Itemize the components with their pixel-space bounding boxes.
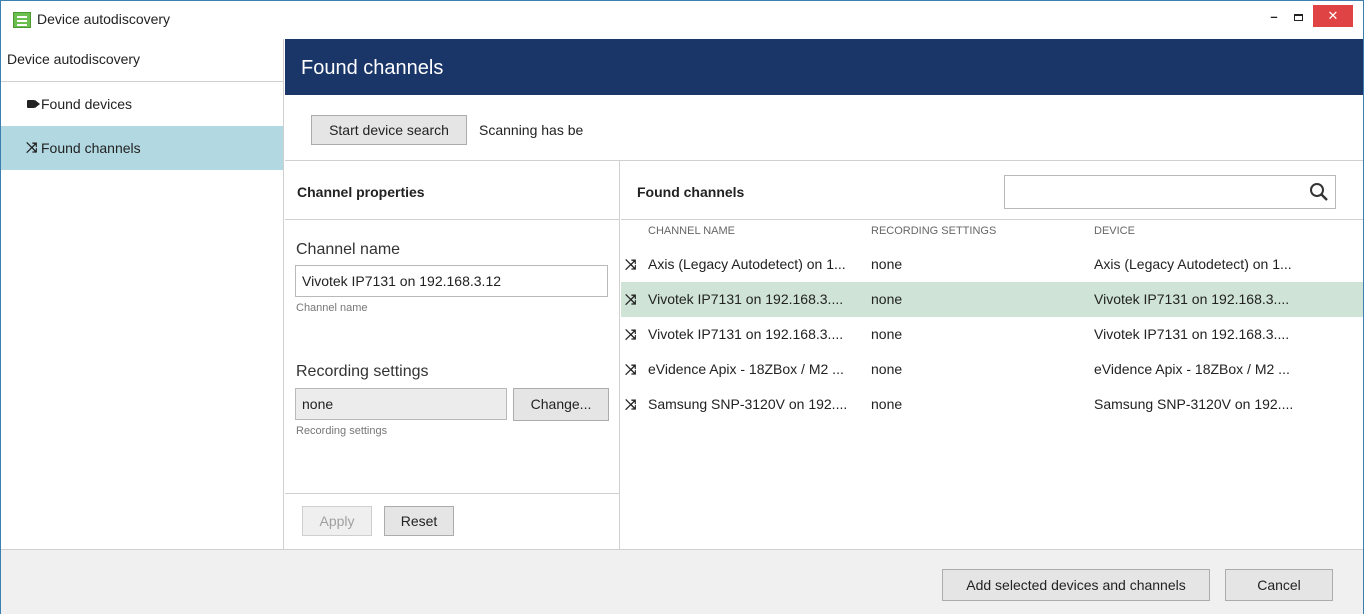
sidebar-item-found-channels[interactable]: ⤨ Found channels — [1, 126, 283, 170]
recording-settings-cell: none — [871, 291, 903, 307]
shuffle-icon: ⤨ — [625, 326, 637, 342]
sidebar-header: Device autodiscovery — [1, 39, 283, 82]
channel-properties-panel: Channel properties Channel name Vivotek … — [285, 161, 620, 549]
reset-button[interactable]: Reset — [384, 506, 454, 536]
divider — [621, 219, 1363, 220]
search-input[interactable] — [1004, 175, 1336, 209]
device-cell: Samsung SNP-3120V on 192.... — [1094, 396, 1294, 412]
channel-properties-title: Channel properties — [297, 184, 425, 200]
divider — [285, 219, 620, 220]
scan-status-text: Scanning has be — [479, 122, 584, 138]
recording-settings-hint: Recording settings — [296, 425, 388, 437]
channel-name-input[interactable]: Vivotek IP7131 on 192.168.3.12 — [295, 265, 608, 297]
table-row[interactable]: ⤨ Vivotek IP7131 on 192.168.3.... none V… — [621, 317, 1363, 352]
cancel-button[interactable]: Cancel — [1225, 569, 1333, 601]
maximize-button[interactable] — [1287, 7, 1309, 29]
footer-bar: Add selected devices and channels Cancel — [1, 549, 1363, 614]
shuffle-icon: ⤨ — [625, 291, 637, 307]
toolbar: Start device search Scanning has be — [285, 95, 1363, 161]
add-selected-devices-button[interactable]: Add selected devices and channels — [942, 569, 1210, 601]
channel-name-cell: eVidence Apix - 18ZBox / M2 ... — [648, 361, 844, 377]
recording-settings-cell: none — [871, 361, 903, 377]
title-bar: Device autodiscovery – ✕ — [1, 1, 1363, 39]
shuffle-icon: ⤨ — [26, 139, 38, 155]
maximize-icon — [1293, 14, 1303, 21]
search-icon[interactable] — [1309, 182, 1329, 202]
device-cell: Vivotek IP7131 on 192.168.3.... — [1094, 326, 1290, 342]
shuffle-icon: ⤨ — [625, 361, 637, 377]
sidebar-item-found-devices[interactable]: Found devices — [1, 82, 283, 126]
device-cell: Axis (Legacy Autodetect) on 1... — [1094, 256, 1292, 272]
device-cell: Vivotek IP7131 on 192.168.3.... — [1094, 291, 1290, 307]
column-header-device[interactable]: DEVICE — [1094, 225, 1135, 237]
divider — [285, 493, 620, 494]
sidebar-item-label: Found channels — [41, 140, 141, 156]
channel-name-cell: Samsung SNP-3120V on 192.... — [648, 396, 848, 412]
channel-name-hint: Channel name — [296, 302, 368, 314]
channel-name-cell: Vivotek IP7131 on 192.168.3.... — [648, 291, 844, 307]
table-row[interactable]: ⤨ Vivotek IP7131 on 192.168.3.... none V… — [621, 282, 1363, 317]
camera-icon — [27, 98, 41, 110]
recording-settings-cell: none — [871, 326, 903, 342]
recording-settings-label: Recording settings — [296, 363, 429, 380]
minimize-button[interactable]: – — [1263, 7, 1285, 29]
found-channels-title: Found channels — [637, 184, 745, 200]
table-row[interactable]: ⤨ Samsung SNP-3120V on 192.... none Sams… — [621, 387, 1363, 422]
sidebar: Device autodiscovery Found devices ⤨ Fou… — [1, 39, 284, 549]
column-header-channel-name[interactable]: CHANNEL NAME — [648, 225, 735, 237]
channel-name-cell: Vivotek IP7131 on 192.168.3.... — [648, 326, 844, 342]
found-channels-panel: Found channels CHANNEL NAME RECORDING SE… — [621, 161, 1363, 549]
recording-settings-cell: none — [871, 256, 903, 272]
main-panel: Found channels Start device search Scann… — [285, 39, 1363, 549]
start-device-search-button[interactable]: Start device search — [311, 115, 467, 145]
sidebar-item-label: Found devices — [41, 96, 133, 112]
page-title: Found channels — [285, 39, 1363, 95]
recording-settings-field: none — [295, 388, 507, 420]
column-header-recording-settings[interactable]: RECORDING SETTINGS — [871, 225, 996, 237]
shuffle-icon: ⤨ — [625, 396, 637, 412]
table-row[interactable]: ⤨ eVidence Apix - 18ZBox / M2 ... none e… — [621, 352, 1363, 387]
device-autodiscovery-window: Device autodiscovery – ✕ Device autodisc… — [0, 0, 1364, 614]
device-cell: eVidence Apix - 18ZBox / M2 ... — [1094, 361, 1290, 377]
close-button[interactable]: ✕ — [1313, 5, 1353, 27]
window-title: Device autodiscovery — [37, 11, 171, 27]
recording-settings-cell: none — [871, 396, 903, 412]
app-icon — [13, 12, 31, 28]
channel-name-cell: Axis (Legacy Autodetect) on 1... — [648, 256, 846, 272]
apply-button[interactable]: Apply — [302, 506, 372, 536]
shuffle-icon: ⤨ — [625, 256, 637, 272]
channel-name-label: Channel name — [296, 241, 401, 258]
table-row[interactable]: ⤨ Axis (Legacy Autodetect) on 1... none … — [621, 247, 1363, 282]
change-recording-settings-button[interactable]: Change... — [513, 388, 609, 421]
